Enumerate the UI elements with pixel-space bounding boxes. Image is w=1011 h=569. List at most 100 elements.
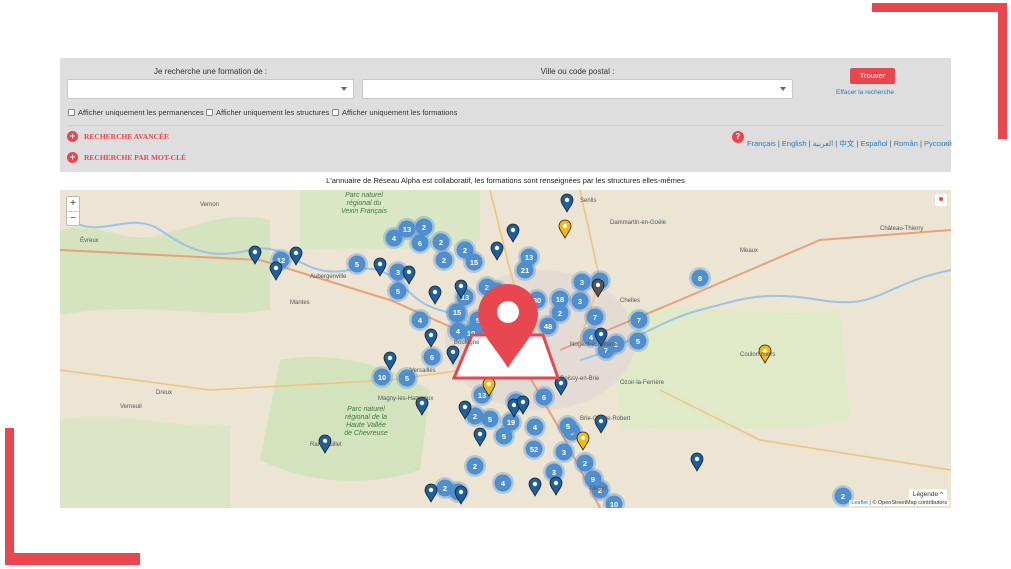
pin-hole xyxy=(432,289,438,295)
lang-spanish[interactable]: Español xyxy=(860,139,887,148)
lang-romanian[interactable]: Român xyxy=(894,139,918,148)
filter-permanences[interactable]: Afficher uniquement les permanences xyxy=(68,108,204,117)
marker-cluster[interactable]: 3 xyxy=(571,271,593,293)
marker-cluster[interactable]: 19 xyxy=(500,411,522,433)
cluster-count: 3 xyxy=(580,278,584,287)
zoom-in-button[interactable]: + xyxy=(67,197,79,211)
marker-cluster[interactable]: 4 xyxy=(492,472,514,494)
pin-hole xyxy=(293,250,299,256)
leaflet-link[interactable]: Leaflet xyxy=(851,500,868,506)
cluster-count: 6 xyxy=(430,353,434,362)
lang-separator: | xyxy=(777,139,780,148)
marker-cluster[interactable]: 15 xyxy=(463,251,485,273)
keyword-search-toggle[interactable]: + RECHERCHE PAR MOT-CLÉ xyxy=(67,152,186,163)
question-icon[interactable]: ? xyxy=(732,131,744,143)
marker-cluster[interactable]: 5 xyxy=(627,330,649,352)
marker-cluster[interactable]: 3 xyxy=(553,441,575,463)
checkbox[interactable] xyxy=(332,109,339,116)
cluster-count: 2 xyxy=(558,309,562,318)
pin-hole xyxy=(458,283,464,289)
chevron-down-icon xyxy=(341,87,347,91)
place-label: Aubergenville xyxy=(310,274,347,280)
marker-cluster[interactable]: 13 xyxy=(518,246,540,268)
language-switcher: Français | English | العربية | 中文 | Espa… xyxy=(747,138,952,149)
marker-cluster[interactable]: 8 xyxy=(689,267,711,289)
lang-chinese[interactable]: 中文 xyxy=(839,139,854,148)
pin-hole xyxy=(598,331,604,337)
pin-hole xyxy=(520,399,526,405)
marker-cluster[interactable]: 6 xyxy=(409,232,431,254)
pin-hole xyxy=(477,431,483,437)
cluster-count: 10 xyxy=(378,373,386,382)
marker-cluster[interactable]: 4 xyxy=(524,416,546,438)
place-label: Nogent-sur-Marne xyxy=(570,342,619,348)
lang-english[interactable]: English xyxy=(782,139,807,148)
marker-cluster[interactable]: 2 xyxy=(434,477,456,499)
lang-arabic[interactable]: العربية xyxy=(813,139,834,148)
advanced-search-toggle[interactable]: + RECHERCHE AVANCÉE xyxy=(67,131,169,142)
page: Je recherche une formation de : Ville ou… xyxy=(0,0,1011,569)
marker-cluster[interactable]: 18 xyxy=(549,288,571,310)
marker-cluster[interactable]: 6 xyxy=(421,346,443,368)
cluster-count: 3 xyxy=(578,297,582,306)
marker-cluster[interactable]: 3 xyxy=(569,290,591,312)
cluster-count: 5 xyxy=(566,422,570,431)
cluster-count: 2 xyxy=(439,238,443,247)
filter-formations[interactable]: Afficher uniquement les formations xyxy=(332,108,457,117)
city-select[interactable] xyxy=(362,79,793,99)
marker-cluster[interactable]: 7 xyxy=(628,309,650,331)
cluster-count: 7 xyxy=(593,313,597,322)
cluster-count: 2 xyxy=(473,412,477,421)
lang-separator: | xyxy=(856,139,859,148)
pin-hole xyxy=(497,301,519,323)
place-label: Meaux xyxy=(740,248,759,254)
pin-hole xyxy=(494,245,500,251)
cluster-count: 5 xyxy=(355,260,359,269)
pin-hole xyxy=(428,332,434,338)
lang-russian[interactable]: Русский xyxy=(924,139,952,148)
marker-cluster[interactable]: 4 xyxy=(409,309,431,331)
filter-label: Afficher uniquement les formations xyxy=(342,108,458,117)
corner-frame-top xyxy=(872,3,1007,12)
locate-icon[interactable] xyxy=(935,194,947,206)
cluster-count: 2 xyxy=(443,484,447,493)
formation-select[interactable] xyxy=(67,79,354,99)
advanced-search-label: RECHERCHE AVANCÉE xyxy=(84,132,169,141)
find-button[interactable]: Trouver xyxy=(850,68,895,84)
filter-label: Afficher uniquement les permanences xyxy=(78,108,204,117)
zoom-out-button[interactable]: − xyxy=(67,211,79,225)
map[interactable]: 4132262215211312535413522130157654410481… xyxy=(60,190,951,508)
park-label: Parc naturel régional de la Haute Vallée… xyxy=(344,406,388,437)
clear-search-link[interactable]: Effacer la recherche xyxy=(836,89,894,96)
filter-structures[interactable]: Afficher uniquement les structures xyxy=(206,108,329,117)
cluster-count: 5 xyxy=(405,374,409,383)
marker-cluster[interactable]: 5 xyxy=(557,415,579,437)
cluster-count: 3 xyxy=(396,268,400,277)
marker-cluster[interactable]: 5 xyxy=(387,280,409,302)
cluster-count: 19 xyxy=(507,418,515,427)
cluster-count: 18 xyxy=(556,295,564,304)
cluster-count: 10 xyxy=(610,500,618,508)
tagline: L'annuaire de Réseau Alpha est collabora… xyxy=(326,176,685,185)
marker-cluster[interactable]: 2 xyxy=(464,455,486,477)
marker-cluster[interactable]: 15 xyxy=(446,301,468,323)
marker-cluster[interactable]: 5 xyxy=(346,253,368,275)
marker-cluster[interactable]: 7 xyxy=(584,306,606,328)
pin-hole xyxy=(252,249,258,255)
marker-cluster[interactable]: 6 xyxy=(533,386,555,408)
plus-icon: + xyxy=(67,152,78,163)
place-label: Vernon xyxy=(200,202,220,208)
legend-button[interactable]: Légende ^ xyxy=(908,489,947,500)
map-base-layer: 4132262215211312535413522130157654410481… xyxy=(60,190,951,508)
marker-cluster[interactable]: 2 xyxy=(433,249,455,271)
lang-french[interactable]: Français xyxy=(747,139,776,148)
zoom-control: + − xyxy=(66,196,80,226)
checkbox[interactable] xyxy=(206,109,213,116)
marker-cluster[interactable]: 52 xyxy=(523,438,545,460)
place-label: Mantes xyxy=(290,300,310,306)
divider xyxy=(68,125,943,126)
map-attribution: Leaflet | © OpenStreetMap contributors xyxy=(849,500,949,506)
checkbox[interactable] xyxy=(68,109,75,116)
place-label: Rambouillet xyxy=(310,442,342,448)
place-label: Verneuil xyxy=(120,404,142,410)
